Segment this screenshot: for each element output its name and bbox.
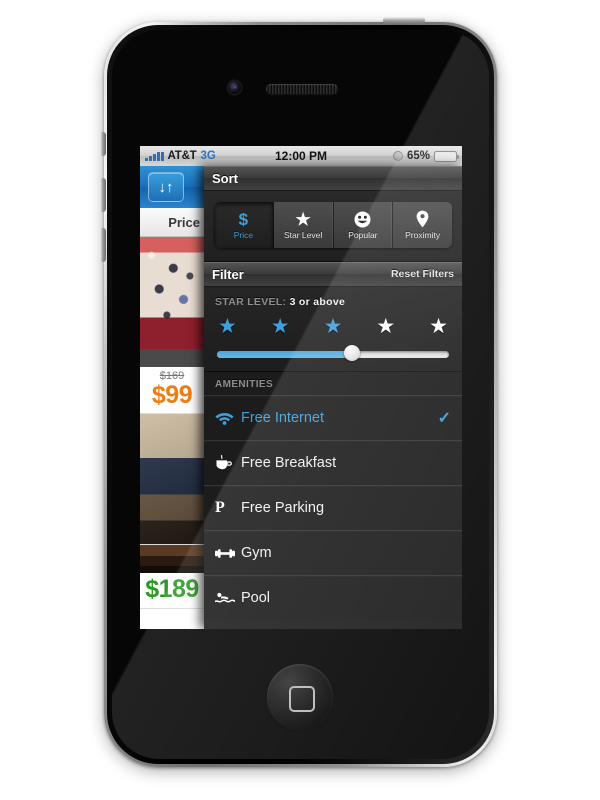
sort-option-popular[interactable]: Popular <box>333 202 394 248</box>
map-pin-icon <box>416 210 429 228</box>
amenity-free-parking[interactable]: P Free Parking <box>204 485 462 530</box>
swimmer-icon <box>215 592 241 604</box>
amenity-label: Free Parking <box>241 500 325 516</box>
sort-option-label: Star Level <box>283 229 323 240</box>
list-item[interactable]: $169 $99 <box>140 237 204 415</box>
star-icon[interactable]: ★ <box>271 316 290 337</box>
phone-screen: AT&T 3G 12:00 PM 65% ↓↑ Price $169 $99 $… <box>140 146 462 629</box>
volume-down-button[interactable] <box>100 228 106 262</box>
filter-panel-header: Filter Reset Filters <box>204 262 462 287</box>
amenity-free-internet[interactable]: Free Internet ✓ <box>204 395 462 440</box>
star-level-heading: STAR LEVEL: 3 or above <box>215 296 451 308</box>
slider-thumb[interactable] <box>343 345 360 361</box>
smiley-face-icon <box>354 211 371 228</box>
star-level-filter: STAR LEVEL: 3 or above ★ ★ ★ ★ ★ <box>204 287 462 372</box>
hotel-room-desk-photo <box>140 414 204 545</box>
star-rating-row[interactable]: ★ ★ ★ ★ ★ <box>215 316 451 337</box>
amenity-pool[interactable]: Pool <box>204 575 462 620</box>
star-icon[interactable]: ★ <box>324 316 343 337</box>
star-icon[interactable]: ★ <box>376 316 395 337</box>
star-icon: ★ <box>295 209 311 229</box>
sort-option-label: Proximity <box>405 230 441 240</box>
list-item[interactable]: $189 <box>140 545 204 609</box>
price-box: $189 <box>140 573 204 608</box>
signal-bars-icon <box>145 151 164 161</box>
sort-zone: $ Price ★ Star Level Popular Proximity <box>204 191 462 262</box>
amenity-label: Free Internet <box>241 410 325 426</box>
amenities-list: Free Internet ✓ Free Breakfast P Free Pa… <box>204 395 462 620</box>
front-camera-icon <box>228 81 241 94</box>
sort-ascending-descending-icon[interactable]: ↓↑ <box>148 172 184 202</box>
amenity-label: Pool <box>241 590 271 606</box>
star-icon[interactable]: ★ <box>429 316 448 337</box>
sort-panel-header: Sort <box>204 166 462 191</box>
sort-title: Sort <box>212 170 238 186</box>
volume-up-button[interactable] <box>100 178 106 212</box>
price-current: $99 <box>151 381 193 410</box>
list-toolbar: ↓↑ <box>140 166 204 208</box>
sort-option-label: Popular <box>348 229 378 240</box>
hotel-interior-photo <box>140 545 204 574</box>
list-item[interactable] <box>140 414 204 546</box>
coffee-cup-icon <box>215 455 241 471</box>
slider-track <box>217 351 449 358</box>
price-box: $169 $99 <box>140 367 204 414</box>
dumbbell-icon <box>215 548 241 559</box>
hotel-lobby-photo <box>140 237 204 367</box>
sort-segmented-control[interactable]: $ Price ★ Star Level Popular Proximity <box>214 202 452 248</box>
slider-fill <box>217 351 352 358</box>
amenity-label: Gym <box>241 545 272 561</box>
hotel-list-column: ↓↑ Price $169 $99 $189 <box>140 166 204 629</box>
reset-filters-button[interactable]: Reset Filters <box>391 268 454 280</box>
amenity-free-breakfast[interactable]: Free Breakfast <box>204 440 462 485</box>
amenity-gym[interactable]: Gym <box>204 530 462 575</box>
power-button[interactable] <box>383 17 425 24</box>
sort-option-proximity[interactable]: Proximity <box>393 202 452 248</box>
star-icon[interactable]: ★ <box>218 316 237 337</box>
rotation-lock-icon <box>392 151 403 161</box>
list-column-header[interactable]: Price <box>140 208 204 237</box>
carrier-label: AT&T <box>167 150 197 162</box>
sort-filter-panel: Sort $ Price ★ Star Level Popular Proxim… <box>204 166 462 629</box>
amenities-heading: AMENITIES <box>204 372 462 395</box>
screenshot-stage: AT&T 3G 12:00 PM 65% ↓↑ Price $169 $99 $… <box>0 0 600 800</box>
home-button[interactable] <box>267 664 333 730</box>
status-bar-right: 65% <box>392 150 459 162</box>
price-current: $189 <box>145 575 199 604</box>
earpiece-speaker <box>266 84 338 94</box>
status-bar: AT&T 3G 12:00 PM 65% <box>140 146 462 166</box>
filter-title: Filter <box>212 266 244 282</box>
sort-toggle-glyph: ↓↑ <box>158 178 174 196</box>
star-level-label: STAR LEVEL: <box>215 296 287 308</box>
sort-option-label: Price <box>233 229 254 240</box>
sort-option-price[interactable]: $ Price <box>214 202 274 248</box>
network-type-label: 3G <box>200 150 216 162</box>
screen-body: ↓↑ Price $169 $99 $189 Sort $ Price ★ St… <box>140 166 462 629</box>
battery-percent-label: 65% <box>406 150 430 162</box>
home-button-square-icon <box>289 686 315 712</box>
battery-icon <box>434 150 459 162</box>
parking-p-icon: P <box>215 499 225 516</box>
checkmark-icon: ✓ <box>437 410 451 427</box>
status-bar-left: AT&T 3G <box>145 150 216 162</box>
wifi-icon <box>215 411 241 425</box>
amenity-label: Free Breakfast <box>241 455 337 471</box>
dollar-sign-icon: $ <box>238 209 249 229</box>
star-level-slider[interactable] <box>215 345 451 361</box>
silent-switch[interactable] <box>100 132 106 156</box>
list-column-header-label: Price <box>168 214 200 230</box>
sort-option-star-level[interactable]: ★ Star Level <box>273 202 334 248</box>
star-level-value: 3 or above <box>289 296 346 308</box>
